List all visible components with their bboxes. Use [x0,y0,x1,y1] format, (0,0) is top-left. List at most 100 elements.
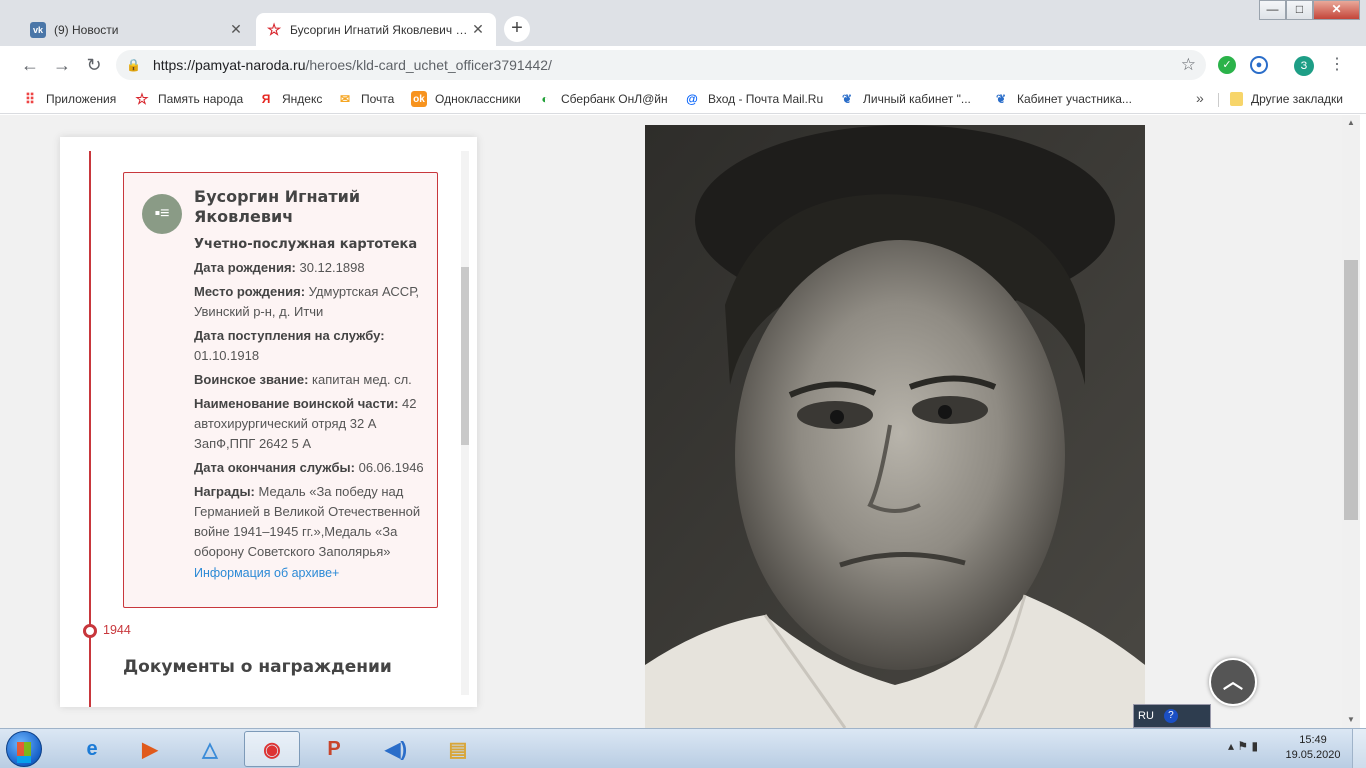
check-extension-icon[interactable]: ✓ [1218,56,1236,74]
field-birth-date: Дата рождения: 30.12.1898 [194,258,426,278]
bookmark-label: Почта [361,92,395,106]
back-arrow-icon[interactable]: ← [14,49,46,81]
speaker-app-icon[interactable]: ◀) [368,731,424,767]
scroll-down-arrow-icon[interactable]: ▼ [1342,712,1360,728]
bookmark-sberbank[interactable]: ◐ Сбербанк ОнЛ@йн [537,89,667,109]
bookmark-star-icon[interactable]: ☆ [1181,55,1196,75]
bookmark-label: Одноклассники [435,92,521,106]
url-host: https://pamyat-naroda.ru [152,57,306,73]
file-explorer-icon[interactable]: ▤ [430,731,486,767]
menu-dots-icon[interactable]: ⋮ [1328,56,1346,74]
field-label: Место рождения: [194,284,306,299]
mail-icon: ✉ [339,92,351,106]
panel-scrollbar-thumb[interactable] [461,267,469,445]
field-value: 30.12.1898 [295,260,365,275]
lock-icon[interactable]: 🔒 [126,58,141,72]
field-service-end: Дата окончания службы: 06.06.1946 [194,458,426,478]
maximize-button[interactable]: □ [1286,0,1313,20]
folder-icon [1230,92,1243,106]
field-label: Награды: [194,484,255,499]
section-title: Документы о награждении [123,657,392,677]
timeline-panel: ▪≡ Бусоргин Игнатий Яковлевич Учетно-пос… [60,137,477,707]
archive-info-link[interactable]: Информация об архиве+ [194,566,426,580]
vk-icon: vk [30,21,46,38]
bookmark-odnoklassniki[interactable]: ok Одноклассники [411,89,521,109]
bookmark-mailru[interactable]: @ Вход - Почта Mail.Ru [684,89,823,109]
star-icon: ☆ [135,91,149,108]
yandex-icon: Я [261,92,271,106]
close-tab-icon[interactable]: ✕ [470,21,486,38]
powerpoint-icon[interactable]: P [306,731,362,767]
show-desktop-button[interactable] [1352,729,1366,768]
url-text[interactable]: https://pamyat-naroda.ru/heroes/kld-card… [153,57,1181,73]
scroll-to-top-button[interactable]: ︿ [1209,658,1257,706]
person-name: Бусоргин Игнатий Яковлевич [194,187,361,226]
bookmarks-overflow-button[interactable]: » [1196,90,1204,106]
tab-title: (9) Новости [54,22,119,37]
timeline-marker [83,624,97,638]
mailru-icon: @ [686,92,698,106]
chrome-icon[interactable]: ◉ [244,731,300,767]
profile-avatar[interactable]: З [1294,56,1314,76]
field-label: Наименование воинской части: [194,396,399,411]
minimize-button[interactable]: — [1259,0,1286,20]
field-value: 01.10.1918 [194,348,260,363]
robot-extension-icon[interactable]: ● [1250,56,1268,74]
system-tray[interactable]: ▴ ⚑ ▮ [1228,739,1258,753]
window-controls: — □ ✕ [1259,0,1360,20]
clock[interactable]: 15:49 19.05.2020 [1282,733,1344,763]
field-service-start: Дата поступления на службу: 01.10.1918 [194,326,426,366]
clock-date: 19.05.2020 [1285,749,1341,761]
language-indicator[interactable]: RU [1138,710,1154,722]
browser-toolbar: ← → ↻ 🔒 https://pamyat-naroda.ru/heroes/… [0,46,1366,84]
bookmark-pamyat-naroda[interactable]: ☆ Память народа [134,89,243,109]
bookmark-label: Вход - Почта Mail.Ru [708,92,824,106]
bookmark-pochta[interactable]: ✉ Почта [337,89,394,109]
bookmark-label: Приложения [46,92,117,106]
field-unit: Наименование воинской части: 42 автохиру… [194,394,426,454]
tab-pamyat-naroda[interactable]: ☆ Бусоргин Игнатий Яковлевич :: Па ✕ [256,13,496,46]
help-icon[interactable]: ? [1163,709,1178,723]
clock-time: 15:49 [1299,734,1327,746]
media-player-icon[interactable]: ▶ [122,731,178,767]
tab-vk-news[interactable]: vk (9) Новости ✕ [20,13,254,46]
bookmarks-bar: ⠿ Приложения ☆ Память народа Я Яндекс ✉ … [0,84,1366,114]
page-scrollbar[interactable]: ▲ ▼ [1342,115,1360,728]
url-path: /heroes/kld-card_uchet_officer3791442/ [305,57,552,73]
page-content: ▪≡ Бусоргин Игнатий Яковлевич Учетно-пос… [0,115,1342,728]
taskbar: e ▶ △ ◉ P ◀) ▤ ▴ ⚑ ▮ 15:49 19.05.2020 [0,728,1366,768]
start-button[interactable] [6,731,42,767]
field-label: Дата окончания службы: [194,460,355,475]
bookmark-other[interactable]: Другие закладки [1230,89,1343,109]
page-scrollbar-thumb[interactable] [1344,260,1358,520]
bookmark-label: Яндекс [282,92,323,106]
bookmark-lichny-kabinet[interactable]: ❦ Личный кабинет "... [839,89,971,109]
new-tab-button[interactable]: + [504,16,530,42]
record-type: Учетно-послужная картотека [194,237,418,252]
reload-icon[interactable]: ↻ [78,49,110,81]
close-window-button[interactable]: ✕ [1313,0,1360,20]
drive-app-icon[interactable]: △ [182,731,238,767]
scroll-up-arrow-icon[interactable]: ▲ [1342,115,1360,131]
portrait-photo [645,125,1145,728]
field-value: 06.06.1946 [354,460,424,475]
forward-arrow-icon[interactable]: → [46,49,78,81]
bookmark-kabinet-uchastnika[interactable]: ❦ Кабинет участника... [993,89,1132,109]
address-bar[interactable]: 🔒 https://pamyat-naroda.ru/heroes/kld-ca… [116,50,1206,80]
field-value: капитан мед. сл. [308,372,412,387]
star-icon: ☆ [266,21,282,39]
language-bar[interactable]: RU ? [1133,704,1211,728]
field-rank: Воинское звание: капитан мед. сл. [194,370,426,390]
ok-icon: ok [411,91,427,107]
bookmark-apps[interactable]: ⠿ Приложения [22,89,116,109]
tab-title: Бусоргин Игнатий Яковлевич :: Па [290,22,470,37]
close-tab-icon[interactable]: ✕ [228,21,244,38]
field-label: Дата рождения: [194,260,296,275]
field-awards: Награды: Медаль «За победу над Германией… [194,482,426,562]
bookmark-label: Кабинет участника... [1017,92,1132,106]
internet-explorer-icon[interactable]: e [64,731,120,767]
id-card-icon: ▪≡ [142,194,182,234]
record-card: ▪≡ Бусоргин Игнатий Яковлевич Учетно-пос… [123,172,438,608]
apps-grid-icon: ⠿ [24,90,36,107]
bookmark-yandex[interactable]: Я Яндекс [258,89,323,109]
